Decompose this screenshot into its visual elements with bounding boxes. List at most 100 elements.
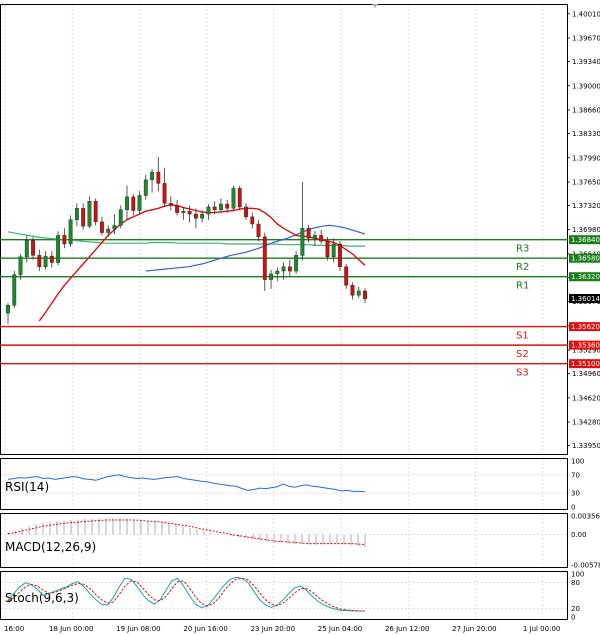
candle-body <box>31 240 35 256</box>
candle-body <box>62 235 67 245</box>
candle-body <box>81 208 86 227</box>
candle-body <box>338 243 342 267</box>
price-chart: 1.40010 1.39670 1.39340 1.39000 1.38660 1.383… <box>0 4 600 633</box>
candle-body <box>219 203 223 210</box>
price-tick-label: 1.38660 <box>572 107 600 115</box>
rsi-tick-label: 0 <box>571 504 575 512</box>
macd-tick-label: -0.005789 <box>571 562 600 570</box>
candle-body <box>131 196 136 211</box>
candle-body <box>112 225 117 230</box>
macd-tick-label: 0.00 <box>571 531 587 539</box>
level-badge-text: 1.35620 <box>571 323 600 331</box>
candle-body <box>244 206 248 218</box>
level-label-s1: S1 <box>516 331 529 342</box>
price-tick-label: 1.37650 <box>572 178 600 186</box>
candle-body <box>156 171 161 184</box>
candle-body <box>187 210 192 215</box>
candle-body <box>150 171 154 181</box>
time-axis: 16:00 18 Jun 00:00 19 Jun 08:00 20 Jun 16:0… <box>4 625 560 633</box>
candle-body <box>74 208 79 220</box>
level-badge-text: 1.35360 <box>571 342 600 350</box>
candle-body <box>294 255 299 272</box>
candle-body <box>344 266 349 286</box>
level-badge-text: 1.36320 <box>571 273 600 281</box>
level-label-r1: R1 <box>516 281 529 292</box>
current-price-text: 1.36014 <box>571 295 600 303</box>
stoch-tick-label: 100 <box>571 571 584 579</box>
time-tick-label: 16:00 <box>4 625 24 633</box>
level-badge-text: 1.36580 <box>571 255 600 263</box>
candle-body <box>12 274 17 306</box>
rsi-label: RSI(14) <box>5 480 49 494</box>
candle-body <box>319 235 324 242</box>
candle-body <box>250 216 255 225</box>
time-tick-label: 23 Jun 20:00 <box>251 625 295 633</box>
candle-body <box>125 196 129 210</box>
candle-body <box>181 210 186 213</box>
price-tick-label: 1.38330 <box>572 130 600 138</box>
candle-body <box>106 228 111 233</box>
candle-body <box>68 219 73 245</box>
price-tick-label: 1.37990 <box>572 154 600 162</box>
level-label-r3: R3 <box>516 244 529 255</box>
macd-tick-label: 0.003568 <box>571 513 600 521</box>
stoch-label: Stoch(9,6,3) <box>5 591 79 605</box>
candle-body <box>200 213 205 219</box>
candle-body <box>363 290 367 300</box>
candle-body <box>237 188 242 208</box>
candle-body <box>225 203 230 209</box>
candle-body <box>300 228 305 256</box>
rsi-tick-label: 100 <box>571 458 584 466</box>
price-tick-label: 1.37320 <box>572 202 600 210</box>
main-panel-frame <box>0 4 568 455</box>
candle-body <box>93 201 98 223</box>
time-tick-label: 18 Jun 00:00 <box>49 625 93 633</box>
candle-body <box>231 188 236 209</box>
time-tick-label: 26 Jun 12:00 <box>385 625 429 633</box>
candle-body <box>100 221 104 233</box>
candle-body <box>306 228 311 239</box>
price-tick-label: 1.36980 <box>572 226 600 234</box>
price-tick-label: 1.34960 <box>572 370 600 378</box>
time-tick-label: 1 Jul 00:00 <box>523 625 561 633</box>
candle-body <box>256 223 261 238</box>
candle-body <box>87 201 92 227</box>
rsi-tick-label: 70 <box>571 471 580 479</box>
candle-body <box>137 195 142 211</box>
candle-body <box>312 235 317 239</box>
price-tick-label: 1.34620 <box>572 394 600 402</box>
candle-body <box>275 270 280 275</box>
stoch-panel-frame <box>0 571 568 620</box>
candle-body <box>168 203 173 206</box>
time-tick-label: 25 Jun 04:00 <box>318 625 362 633</box>
stoch-tick-label: 0 <box>571 614 575 622</box>
candle-body <box>37 255 42 267</box>
candle-body <box>269 273 273 280</box>
candle-body <box>162 183 167 204</box>
level-badge-text: 1.35100 <box>571 360 600 368</box>
candle-body <box>43 255 48 267</box>
price-tick-label: 1.34280 <box>572 419 600 427</box>
price-tick-label: 1.40010 <box>572 10 600 18</box>
level-badge-text: 1.36840 <box>571 236 600 244</box>
candle-body <box>212 206 217 210</box>
candle-body <box>175 205 180 213</box>
candle-body <box>18 256 23 275</box>
candle-body <box>356 290 361 296</box>
price-tick-label: 1.33950 <box>572 442 600 450</box>
candle-body <box>24 240 29 257</box>
price-tick-label: 1.39670 <box>572 35 600 43</box>
price-tick-label: 1.39340 <box>572 58 600 66</box>
candle-body <box>193 213 198 219</box>
candle-body <box>206 206 211 215</box>
time-tick-label: 27 Jun 20:00 <box>452 625 496 633</box>
candle-body <box>49 255 54 263</box>
candle-body <box>6 305 10 314</box>
candle-body <box>143 179 148 196</box>
candle-body <box>56 235 61 263</box>
price-tick-label: 1.39000 <box>572 82 600 90</box>
time-tick-label: 19 Jun 08:00 <box>116 625 160 633</box>
candle-body <box>350 285 355 296</box>
candle-body <box>118 209 123 226</box>
candle-body <box>262 236 267 280</box>
